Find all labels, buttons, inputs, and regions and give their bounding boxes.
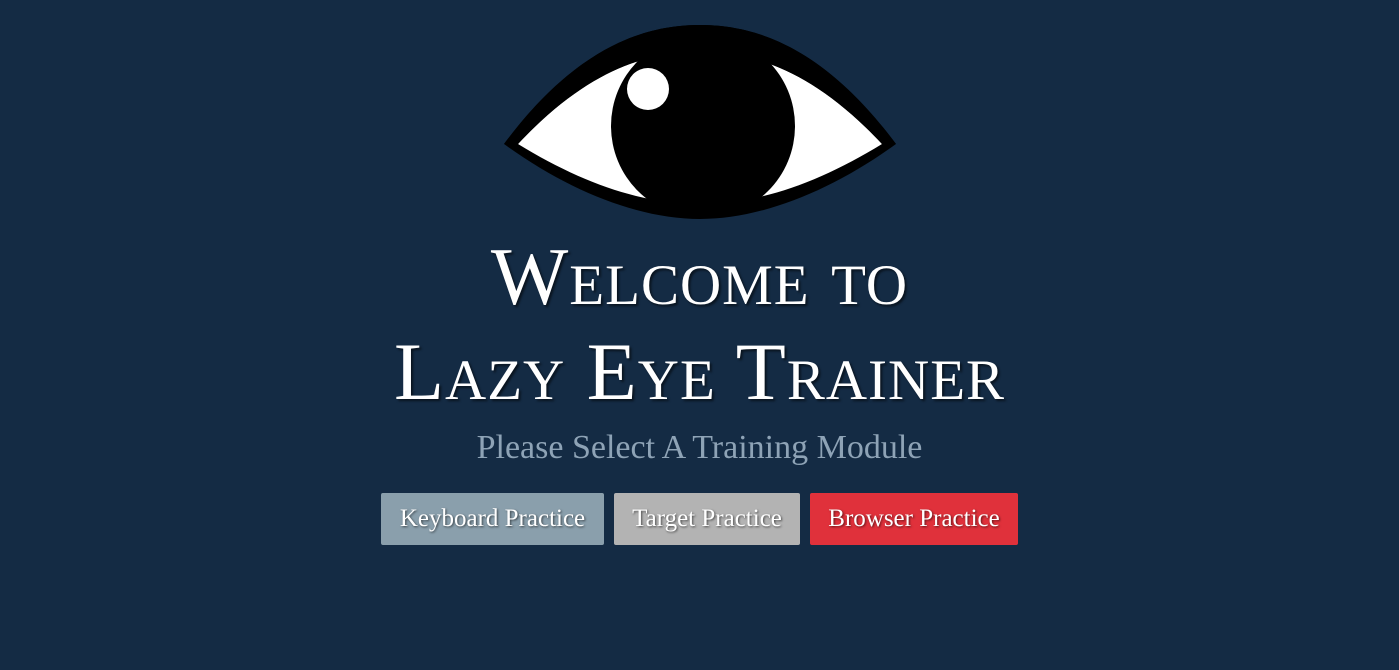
- keyboard-practice-button[interactable]: Keyboard Practice: [381, 493, 604, 545]
- eye-icon: [504, 25, 896, 219]
- target-practice-button[interactable]: Target Practice: [614, 493, 800, 545]
- page: Welcome to Lazy Eye Trainer Please Selec…: [0, 0, 1399, 670]
- eye-pupil: [611, 34, 795, 218]
- module-button-group: Keyboard Practice Target Practice Browse…: [0, 493, 1399, 545]
- eye-highlight: [627, 68, 669, 110]
- page-title-line-2: Lazy Eye Trainer: [393, 326, 1006, 417]
- page-subtitle: Please Select A Training Module: [476, 429, 923, 466]
- browser-practice-button[interactable]: Browser Practice: [810, 493, 1018, 545]
- page-title-line-1: Welcome to: [490, 231, 909, 322]
